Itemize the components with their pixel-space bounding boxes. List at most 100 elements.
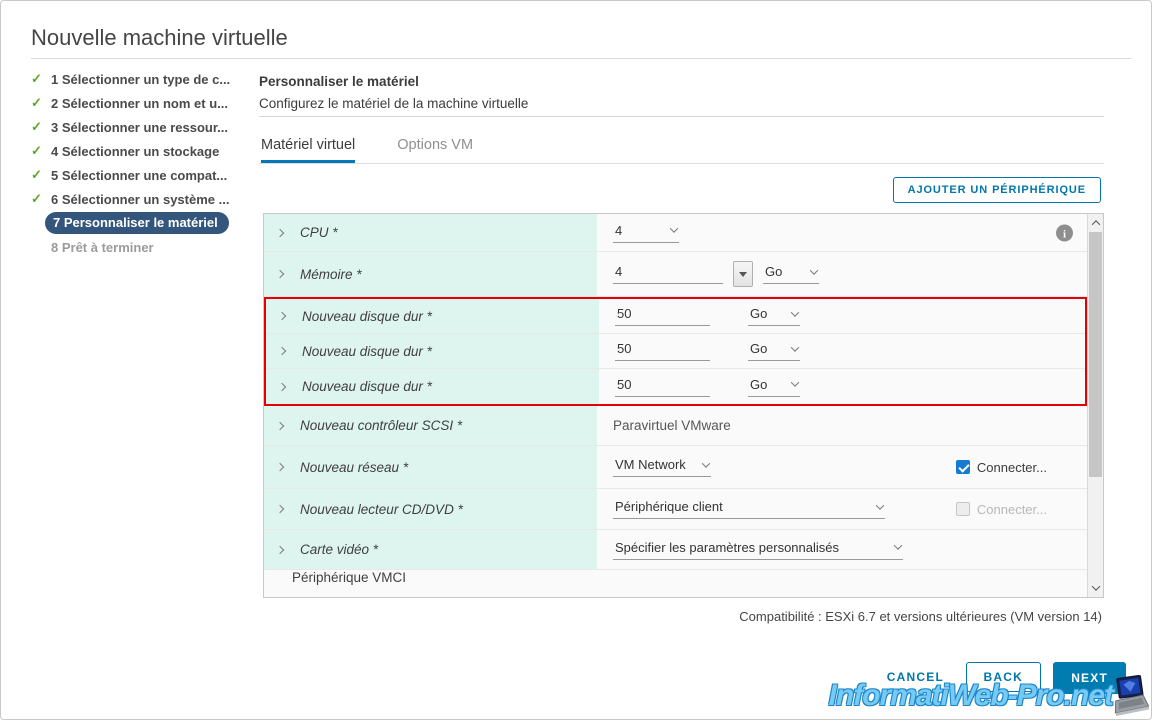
video-settings-select[interactable]: Spécifier les paramètres personnalisés xyxy=(613,540,903,560)
tab-virtual-hardware[interactable]: Matériel virtuel xyxy=(261,137,356,163)
memory-label-cell: Mémoire * xyxy=(264,252,597,296)
cpu-label-cell: CPU * xyxy=(264,214,597,251)
row-label: Périphérique VMCI xyxy=(292,570,407,585)
disk-size-input[interactable]: 50 xyxy=(615,341,710,361)
check-icon: ✓ xyxy=(31,71,42,86)
scroll-down-icon[interactable] xyxy=(1088,580,1103,596)
expand-chevron-icon[interactable] xyxy=(275,421,285,430)
chevron-down-icon xyxy=(790,342,800,352)
expand-chevron-icon[interactable] xyxy=(275,462,285,472)
cd-value-cell: Périphérique client Connecter... xyxy=(597,489,1087,529)
disk-value-cell: 50 Go xyxy=(599,299,1085,333)
chevron-down-icon xyxy=(875,500,885,510)
disk-value-cell: 50 Go xyxy=(599,334,1085,368)
step-customize-hardware-active[interactable]: 7 Personnaliser le matériel xyxy=(31,211,261,235)
title-divider xyxy=(31,58,1131,59)
chevron-down-icon xyxy=(701,458,711,468)
expand-chevron-icon[interactable] xyxy=(275,545,285,554)
tab-vm-options[interactable]: Options VM xyxy=(397,137,473,163)
expand-chevron-icon[interactable] xyxy=(275,228,285,237)
cancel-button[interactable]: CANCEL xyxy=(887,670,944,684)
disk-unit-select[interactable]: Go xyxy=(748,341,800,361)
page-subtitle: Configurez le matériel de la machine vir… xyxy=(259,96,529,111)
disk-label-cell: Nouveau disque dur * xyxy=(266,369,599,404)
info-icon[interactable] xyxy=(1056,224,1073,241)
row-label: Carte vidéo * xyxy=(300,542,379,557)
row-new-hard-disk-2: Nouveau disque dur * 50 Go xyxy=(266,334,1085,369)
row-label: CPU * xyxy=(300,225,338,240)
step-label: 4 Sélectionner un stockage xyxy=(51,143,220,159)
memory-size-input[interactable]: 4 xyxy=(613,264,723,284)
cd-label-cell: Nouveau lecteur CD/DVD * xyxy=(264,489,597,529)
chevron-down-icon xyxy=(893,541,903,550)
red-annotation-box: Nouveau disque dur * 50 Go Nouveau disqu… xyxy=(264,297,1087,406)
wizard-steps: ✓ 1 Sélectionner un type de c... ✓ 2 Sél… xyxy=(31,67,261,259)
network-value-cell: VM Network Connecter... xyxy=(597,446,1087,488)
row-memory: Mémoire * 4 Go xyxy=(264,252,1087,297)
new-vm-wizard-dialog: Nouvelle machine virtuelle ✓ 1 Sélection… xyxy=(0,0,1152,720)
step-select-compatibility[interactable]: ✓ 5 Sélectionner une compat... xyxy=(31,163,261,187)
chevron-down-icon xyxy=(669,224,679,233)
dialog-title: Nouvelle machine virtuelle xyxy=(31,25,288,50)
laptop-icon xyxy=(1114,675,1149,716)
hardware-table: CPU * 4 Mémoire * 4 xyxy=(263,213,1104,598)
cd-connect-checkbox: Connecter... xyxy=(955,502,1047,517)
scroll-up-icon[interactable] xyxy=(1088,215,1103,231)
row-new-hard-disk-1: Nouveau disque dur * 50 Go xyxy=(266,299,1085,334)
expand-chevron-icon[interactable] xyxy=(277,311,287,321)
expand-chevron-icon[interactable] xyxy=(275,269,285,279)
disk-size-input[interactable]: 50 xyxy=(615,377,710,397)
step-label: 3 Sélectionner une ressour... xyxy=(51,119,229,135)
step-select-storage[interactable]: ✓ 4 Sélectionner un stockage xyxy=(31,139,261,163)
check-icon: ✓ xyxy=(31,167,42,182)
chevron-down-icon xyxy=(809,265,819,275)
row-new-hard-disk-3: Nouveau disque dur * 50 Go xyxy=(266,369,1085,404)
scrollbar-thumb[interactable] xyxy=(1089,232,1102,477)
row-cpu: CPU * 4 xyxy=(264,214,1087,252)
scsi-label-cell: Nouveau contrôleur SCSI * xyxy=(264,406,597,445)
chevron-down-icon xyxy=(790,378,800,387)
row-label: Nouveau disque dur * xyxy=(302,343,432,359)
row-label: Mémoire * xyxy=(300,266,362,282)
check-icon: ✓ xyxy=(31,95,42,110)
memory-unit-select[interactable]: Go xyxy=(763,264,819,284)
step-select-creation-type[interactable]: ✓ 1 Sélectionner un type de c... xyxy=(31,67,261,91)
network-select[interactable]: VM Network xyxy=(613,457,711,477)
chevron-down-icon xyxy=(790,307,800,317)
step-ready-to-complete[interactable]: 8 Prêt à terminer xyxy=(31,235,261,259)
expand-chevron-icon[interactable] xyxy=(275,504,285,514)
step-select-resource[interactable]: ✓ 3 Sélectionner une ressour... xyxy=(31,115,261,139)
step-label: 1 Sélectionner un type de c... xyxy=(51,71,231,87)
cpu-value-cell: 4 xyxy=(597,214,1087,251)
scrollbar[interactable] xyxy=(1087,214,1103,597)
video-value-cell: Spécifier les paramètres personnalisés xyxy=(597,530,1087,569)
disk-unit-select[interactable]: Go xyxy=(748,306,800,326)
step-label: 5 Sélectionner une compat... xyxy=(51,167,228,183)
disk-unit-select[interactable]: Go xyxy=(748,377,800,397)
scsi-type-value: Paravirtuel VMware xyxy=(613,418,731,433)
back-button[interactable]: BACK xyxy=(965,662,1041,692)
add-device-button[interactable]: AJOUTER UN PÉRIPHÉRIQUE xyxy=(892,177,1101,203)
row-vmci-device: Périphérique VMCI xyxy=(264,570,1087,597)
row-cd-dvd: Nouveau lecteur CD/DVD * Périphérique cl… xyxy=(264,489,1087,530)
stepper-down-icon xyxy=(739,271,747,277)
row-video-card: Carte vidéo * Spécifier les paramètres p… xyxy=(264,530,1087,570)
expand-chevron-icon[interactable] xyxy=(277,382,287,391)
disk-size-input[interactable]: 50 xyxy=(615,306,710,326)
checkbox-unchecked-icon xyxy=(955,502,970,516)
memory-stepper[interactable] xyxy=(733,261,753,287)
checkbox-checked-icon xyxy=(955,460,970,474)
cpu-count-select[interactable]: 4 xyxy=(613,223,679,243)
network-connect-checkbox[interactable]: Connecter... xyxy=(955,460,1047,475)
tabs-divider xyxy=(259,163,1104,164)
expand-chevron-icon[interactable] xyxy=(277,346,287,356)
row-label: Nouveau disque dur * xyxy=(302,379,432,394)
row-label: Nouveau réseau * xyxy=(300,459,409,475)
step-select-guest-os[interactable]: ✓ 6 Sélectionner un système ... xyxy=(31,187,261,211)
row-label: Nouveau disque dur * xyxy=(302,308,432,324)
hardware-rows: CPU * 4 Mémoire * 4 xyxy=(264,214,1087,597)
disk-label-cell: Nouveau disque dur * xyxy=(266,334,599,368)
cd-source-select[interactable]: Périphérique client xyxy=(613,499,885,519)
check-icon: ✓ xyxy=(31,119,42,134)
step-select-name-folder[interactable]: ✓ 2 Sélectionner un nom et u... xyxy=(31,91,261,115)
